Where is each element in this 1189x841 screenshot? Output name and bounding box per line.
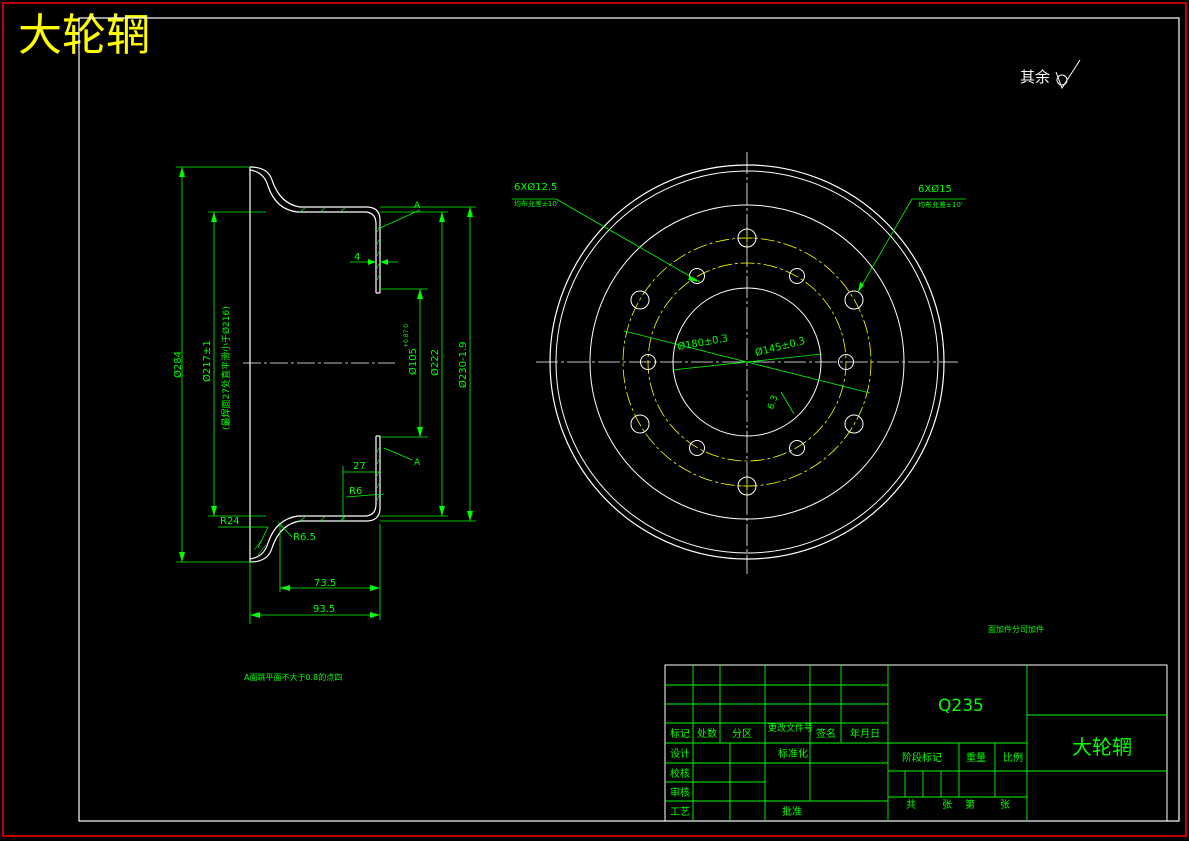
holes-large-label: 6XØ15 — [918, 183, 952, 195]
dim-pcd-180: Ø180±0.3 — [676, 332, 729, 353]
tb-header-4: 签名 — [816, 727, 836, 740]
dim-r24: R24 — [220, 516, 240, 527]
dim-d105-tol: +0.87 0 — [403, 324, 410, 348]
surface-roughness-icon — [1055, 59, 1081, 90]
dim-d230: Ø230-1.9 — [457, 342, 469, 388]
tb-header-5: 年月日 — [850, 727, 880, 740]
title-block-material: Q235 — [938, 696, 984, 716]
tb-header-3: 更改文件号 — [768, 722, 813, 734]
dim-d217-note: (最焊面27处直平滑小于Ø216) — [220, 306, 232, 430]
dim-r6: R6 — [349, 486, 362, 497]
holes-large-note: 均布允差±10' — [918, 200, 963, 209]
tb-stage-mark: 阶段标记 — [902, 751, 942, 764]
dim-r6-5: R6.5 — [293, 532, 316, 543]
dim-d222: Ø222 — [429, 349, 441, 376]
dim-27: 27 — [353, 461, 366, 472]
dim-93-5: 93.5 — [313, 604, 335, 615]
tb-row-design: 设计 — [670, 747, 690, 760]
dim-d217: Ø217±1 — [201, 340, 213, 382]
dim-73-5: 73.5 — [314, 578, 336, 589]
section-view: Ø284 Ø217±1 (最焊面27处直平滑小于Ø216) 4 Ø105 +0.… — [172, 166, 476, 624]
plan-view: 6XØ12.5 均布允差±10' 6XØ15 均布允差±10' Ø180±0.3… — [512, 152, 966, 574]
tb-row-process: 工艺 — [670, 806, 690, 818]
tb-sheets-3: 张 — [1000, 799, 1010, 811]
tb-standardization: 标准化 — [778, 747, 808, 760]
tb-row-review: 审核 — [670, 786, 690, 799]
drawing-frame — [78, 17, 1180, 822]
datum-a-top: A — [414, 201, 421, 211]
roughness-label: 其余 — [1020, 68, 1050, 86]
datum-a-bottom: A — [414, 458, 421, 468]
tb-sheets-0: 共 — [906, 799, 916, 811]
tb-scale: 比例 — [1003, 751, 1023, 764]
tb-sheets-2: 第 — [965, 798, 975, 811]
tb-row-check: 校核 — [670, 767, 690, 780]
holes-small-note: 均布允差±10' — [514, 199, 559, 208]
title-block-part-name: 大轮辋 — [1072, 735, 1132, 759]
dim-d284: Ø284 — [172, 351, 184, 378]
tb-approval: 批准 — [782, 805, 802, 818]
dim-d105: Ø105 — [407, 348, 419, 375]
holes-small-label: 6XØ12.5 — [514, 181, 557, 193]
note-hardness: A面跳平面不大于0.8的点四 — [244, 672, 342, 682]
drawing-canvas: 其余 Ø284 Ø217±1 (最焊面27处直平滑小于Ø216) 4 Ø105 … — [2, 2, 1187, 837]
tb-header-2: 分区 — [732, 728, 752, 740]
dim-r-6-3: 6.3 — [766, 394, 780, 411]
title-block-text: Q235 大轮辋 标记 处数 分区 更改文件号 签名 年月日 设计 校核 审核 … — [670, 696, 1132, 818]
note-misc: 面加件分司加件 — [988, 624, 1044, 634]
tb-header-1: 处数 — [697, 727, 717, 740]
outer-red-border — [2, 2, 1187, 837]
tb-sheets-1: 张 — [942, 799, 952, 811]
dim-thickness-4: 4 — [354, 252, 360, 263]
tb-header-0: 标记 — [670, 728, 690, 740]
dim-pcd-145: Ø145±0.3 — [754, 335, 807, 359]
tb-weight: 重量 — [966, 751, 986, 764]
